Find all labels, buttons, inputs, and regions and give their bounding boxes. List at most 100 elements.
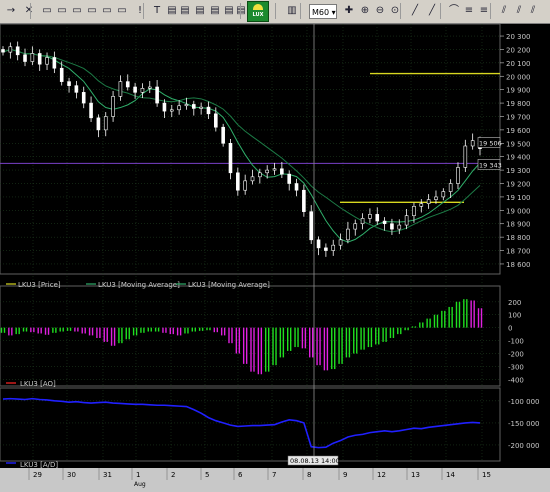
- zoom-out-icon[interactable]: ⊖: [373, 4, 387, 18]
- x-axis-date-label: 5: [205, 471, 209, 479]
- price-y-tick-label: 20 000: [506, 73, 531, 81]
- price-bar-body: [375, 214, 380, 222]
- gann-icon[interactable]: ⫽: [512, 4, 526, 18]
- chart-type-icon[interactable]: ▥: [285, 4, 299, 18]
- arrow-icon[interactable]: →: [4, 4, 18, 18]
- price-bar-body: [37, 53, 42, 65]
- price-bar-body: [441, 191, 446, 198]
- price-bar-body: [353, 223, 358, 230]
- x-axis-month-label: Aug: [134, 481, 146, 488]
- layers-icon[interactable]: ▤: [165, 4, 179, 18]
- ao-y-tick-label: 100: [508, 312, 521, 320]
- layers-icon[interactable]: ▤: [234, 4, 248, 18]
- price-bar-body: [243, 180, 247, 191]
- price-bar-body: [147, 86, 152, 89]
- price-bar-body: [448, 183, 453, 192]
- toolbar-separator: [30, 3, 31, 19]
- price-bar-body: [463, 145, 468, 168]
- price-bar-body: [221, 126, 225, 144]
- ao-y-tick-label: 0: [508, 325, 512, 333]
- ad-y-tick-label: -200 000: [508, 442, 539, 450]
- zoom-in-icon[interactable]: ⊕: [358, 4, 372, 18]
- x-axis-date-label: 15: [482, 471, 491, 479]
- chart-svg[interactable]: 20 30020 20020 10020 00019 90019 80019 7…: [0, 23, 550, 488]
- fibo-icon[interactable]: ≡: [477, 4, 491, 18]
- timeframe-select[interactable]: M60 ▾: [309, 4, 337, 19]
- app-logo: LUX: [247, 1, 269, 22]
- window-icon[interactable]: ▭: [115, 4, 129, 18]
- price-bar-body: [338, 239, 343, 246]
- price-y-tick-label: 18 800: [506, 234, 531, 242]
- price-bar-body: [434, 196, 438, 200]
- ao-y-tick-label: -100: [508, 338, 524, 346]
- price-bar-body: [316, 239, 321, 249]
- price-bar-body: [52, 57, 57, 69]
- toolbar-separator: [400, 3, 401, 19]
- price-bar-body: [360, 218, 365, 225]
- price-y-tick-label: 20 300: [506, 33, 531, 41]
- price-bar-body: [228, 142, 233, 174]
- price-panel-frame: [0, 23, 501, 275]
- window-icon[interactable]: ▭: [55, 4, 69, 18]
- ao-y-tick-label: -300: [508, 363, 524, 371]
- price-bar-body: [426, 199, 431, 204]
- layers-icon[interactable]: ▤: [178, 4, 192, 18]
- ao-y-tick-label: 200: [508, 299, 521, 307]
- toolbar-separator: [300, 3, 301, 19]
- price-y-tick-label: 18 700: [506, 248, 531, 256]
- window-icon[interactable]: ▭: [40, 4, 54, 18]
- fibo-icon[interactable]: ≡: [462, 4, 476, 18]
- line-icon[interactable]: ╱: [408, 4, 422, 18]
- ao-legend-entry[interactable]: LKU3 [AO]: [20, 380, 56, 388]
- price-legend-entry[interactable]: LKU3 [Moving Average]: [188, 281, 270, 289]
- ao-panel-frame: [0, 285, 501, 387]
- price-bar-body: [192, 104, 196, 109]
- line-icon[interactable]: ╱: [425, 4, 439, 18]
- price-bar-body: [404, 215, 409, 226]
- ad-y-tick-label: -150 000: [508, 420, 539, 428]
- info-icon[interactable]: !: [133, 4, 147, 18]
- price-bar-body: [89, 102, 93, 119]
- gann-icon[interactable]: ⫽: [497, 4, 511, 18]
- price-y-tick-label: 19 700: [506, 113, 531, 121]
- gann-icon[interactable]: ⫽: [526, 4, 540, 18]
- x-axis-date-label: 13: [411, 471, 420, 479]
- x-axis-date-label: 7: [272, 471, 276, 479]
- crosshair-date-label[interactable]: 08.08.13 14:00: [290, 457, 340, 465]
- price-bar-body: [67, 81, 71, 86]
- x-axis-date-label: 31: [103, 471, 112, 479]
- chart-area[interactable]: 20 300 20 200 20 100 20 000 19 900 19 800 19 7…: [0, 23, 550, 488]
- price-bar-body: [118, 81, 123, 97]
- price-bar-body: [133, 86, 137, 93]
- price-bar-body: [15, 46, 20, 56]
- crosshair-icon[interactable]: ✚: [342, 4, 356, 18]
- price-y-tick-label: 19 500: [506, 140, 531, 148]
- price-bar-body: [412, 206, 416, 216]
- price-y-tick-label: 20 200: [506, 46, 531, 54]
- ad-legend-entry[interactable]: LKU3 [A/D]: [20, 461, 58, 469]
- x-axis-date-label: 9: [343, 471, 347, 479]
- window-icon[interactable]: ▭: [70, 4, 84, 18]
- arc-icon[interactable]: ⌒: [447, 4, 461, 18]
- price-y-tick-label: 19 200: [506, 181, 531, 189]
- window-icon[interactable]: ▭: [85, 4, 99, 18]
- price-y-tick-label: 19 600: [506, 127, 531, 135]
- price-bar-body: [177, 105, 181, 111]
- price-bar-body: [96, 117, 101, 131]
- layers-icon[interactable]: ▤: [193, 4, 207, 18]
- text-icon[interactable]: T: [150, 4, 164, 18]
- price-legend-entry[interactable]: LKU3 [Moving Average]: [98, 281, 180, 289]
- layers-icon[interactable]: ▤: [208, 4, 222, 18]
- price-tag-label: 19 506: [479, 139, 502, 147]
- price-bar-body: [346, 228, 350, 241]
- price-bar-body: [272, 168, 277, 171]
- price-legend-entry[interactable]: LKU3 [Price]: [18, 281, 61, 289]
- window-icon[interactable]: ▭: [100, 4, 114, 18]
- x-axis-date-label: 14: [446, 471, 455, 479]
- price-bar-body: [236, 172, 240, 191]
- price-tag-label: 19 343: [479, 161, 502, 169]
- x-axis-date-label: 8: [307, 471, 311, 479]
- price-bar-body: [103, 116, 108, 131]
- cross-cursor-icon[interactable]: ✕: [22, 4, 36, 18]
- toolbar-separator: [275, 3, 276, 19]
